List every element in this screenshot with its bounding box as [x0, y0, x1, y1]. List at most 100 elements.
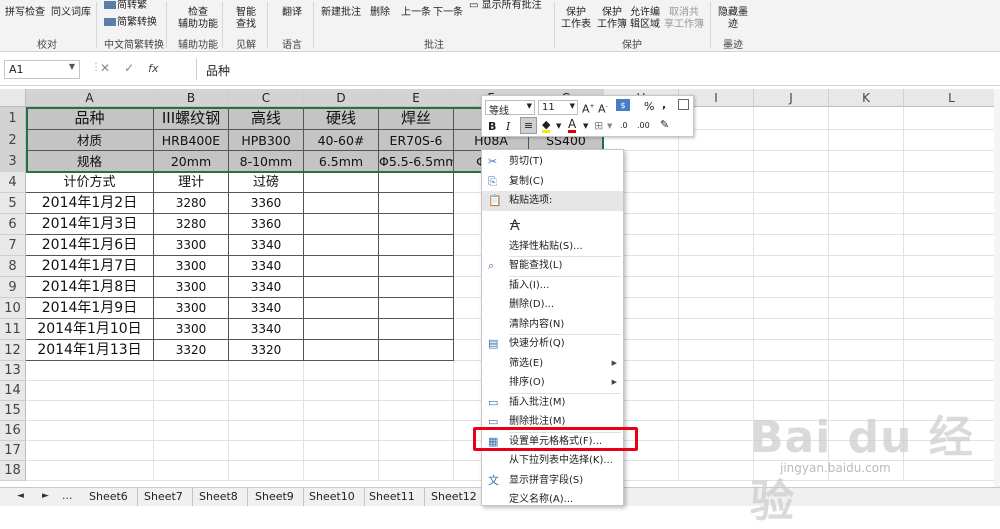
- cell-a18[interactable]: [26, 461, 154, 481]
- cell-i15[interactable]: [679, 401, 754, 421]
- cell-j2[interactable]: [754, 130, 829, 151]
- row-header-9[interactable]: 9: [0, 277, 26, 298]
- cell-k9[interactable]: [829, 277, 904, 298]
- column-header-c[interactable]: C: [229, 89, 304, 107]
- cell-k10[interactable]: [829, 298, 904, 319]
- delete-comment-button[interactable]: 删除: [370, 7, 390, 19]
- cell-a17[interactable]: [26, 441, 154, 461]
- row-header-7[interactable]: 7: [0, 235, 26, 256]
- row-header-1[interactable]: 1: [0, 107, 26, 130]
- cell-b18[interactable]: [154, 461, 229, 481]
- cell-c9[interactable]: 3340: [229, 277, 304, 298]
- cell-e16[interactable]: [379, 421, 454, 441]
- cell-e1[interactable]: 焊丝: [379, 107, 454, 130]
- hide-ink-button[interactable]: 隐藏墨 迹: [718, 7, 748, 31]
- menu-item-6[interactable]: 插入(I)...: [482, 276, 623, 296]
- font-select[interactable]: 等线 ▼: [485, 100, 535, 117]
- cell-l14[interactable]: [904, 381, 1000, 401]
- font-size-select[interactable]: 11 ▼: [538, 100, 578, 115]
- cell-b17[interactable]: [154, 441, 229, 461]
- cell-e6[interactable]: [379, 214, 454, 235]
- format-painter-icon[interactable]: ✎: [660, 118, 669, 132]
- cell-j8[interactable]: [754, 256, 829, 277]
- cell-e13[interactable]: [379, 361, 454, 381]
- cell-k4[interactable]: [829, 172, 904, 193]
- protect-workbook-button[interactable]: 保护 工作簿: [597, 7, 627, 31]
- cell-j10[interactable]: [754, 298, 829, 319]
- cell-j3[interactable]: [754, 151, 829, 172]
- cell-k17[interactable]: [829, 441, 904, 461]
- cell-a12[interactable]: 2014年1月13日: [26, 340, 154, 361]
- cell-l5[interactable]: [904, 193, 1000, 214]
- cell-a14[interactable]: [26, 381, 154, 401]
- cell-l8[interactable]: [904, 256, 1000, 277]
- sheet-tab-sheet6[interactable]: Sheet6: [80, 488, 138, 506]
- cell-i9[interactable]: [679, 277, 754, 298]
- cell-a4[interactable]: 计价方式: [26, 172, 154, 193]
- cell-d15[interactable]: [304, 401, 379, 421]
- sheet-tab-sheet11[interactable]: Sheet11: [360, 488, 425, 506]
- cell-d3[interactable]: 6.5mm: [304, 151, 379, 172]
- cell-k1[interactable]: [829, 107, 904, 130]
- cell-l10[interactable]: [904, 298, 1000, 319]
- column-header-k[interactable]: K: [829, 89, 904, 107]
- cell-d5[interactable]: [304, 193, 379, 214]
- menu-item-14[interactable]: ▦ 设置单元格格式(F)...: [482, 432, 623, 452]
- cell-k5[interactable]: [829, 193, 904, 214]
- row-header-11[interactable]: 11: [0, 319, 26, 340]
- translate-button[interactable]: 翻译: [282, 7, 302, 19]
- cell-b5[interactable]: 3280: [154, 193, 229, 214]
- cell-k7[interactable]: [829, 235, 904, 256]
- cell-b9[interactable]: 3300: [154, 277, 229, 298]
- column-header-l[interactable]: L: [904, 89, 1000, 107]
- cell-b15[interactable]: [154, 401, 229, 421]
- cell-i4[interactable]: [679, 172, 754, 193]
- cell-b8[interactable]: 3300: [154, 256, 229, 277]
- cell-i18[interactable]: [679, 461, 754, 481]
- cell-d7[interactable]: [304, 235, 379, 256]
- number-format-icon[interactable]: $: [616, 99, 630, 111]
- cell-c18[interactable]: [229, 461, 304, 481]
- cell-j14[interactable]: [754, 381, 829, 401]
- cell-l11[interactable]: [904, 319, 1000, 340]
- cell-j11[interactable]: [754, 319, 829, 340]
- cell-i14[interactable]: [679, 381, 754, 401]
- chevron-down-icon[interactable]: ▼: [556, 119, 561, 133]
- menu-item-8[interactable]: 清除内容(N): [482, 315, 623, 335]
- cell-i5[interactable]: [679, 193, 754, 214]
- cell-a7[interactable]: 2014年1月6日: [26, 235, 154, 256]
- row-header-8[interactable]: 8: [0, 256, 26, 277]
- cell-d8[interactable]: [304, 256, 379, 277]
- cell-c11[interactable]: 3340: [229, 319, 304, 340]
- cell-e18[interactable]: [379, 461, 454, 481]
- cell-b10[interactable]: 3300: [154, 298, 229, 319]
- cell-l3[interactable]: [904, 151, 1000, 172]
- allow-edit-ranges-button[interactable]: 允许编 辑区域: [630, 7, 660, 31]
- cell-a16[interactable]: [26, 421, 154, 441]
- cell-e2[interactable]: ER70S-6: [379, 130, 454, 151]
- row-header-6[interactable]: 6: [0, 214, 26, 235]
- menu-item-5[interactable]: ⌕ 智能查找(L): [482, 256, 623, 276]
- cell-e5[interactable]: [379, 193, 454, 214]
- vertical-scrollbar[interactable]: [994, 89, 1000, 487]
- decrease-font-icon[interactable]: A-: [598, 100, 608, 117]
- bold-icon[interactable]: B: [488, 120, 496, 134]
- cell-c6[interactable]: 3360: [229, 214, 304, 235]
- cell-l16[interactable]: [904, 421, 1000, 441]
- cell-e12[interactable]: [379, 340, 454, 361]
- cell-k16[interactable]: [829, 421, 904, 441]
- cell-j6[interactable]: [754, 214, 829, 235]
- enter-icon[interactable]: ✓: [124, 61, 148, 75]
- cell-b16[interactable]: [154, 421, 229, 441]
- format-table-icon[interactable]: [678, 99, 689, 110]
- select-all-corner[interactable]: [0, 89, 26, 107]
- chevron-down-icon[interactable]: ▼: [583, 119, 588, 133]
- thesaurus-button[interactable]: 同义词库: [51, 7, 91, 19]
- sheet-tab-sheet10[interactable]: Sheet10: [300, 488, 365, 506]
- cell-b3[interactable]: 20mm: [154, 151, 229, 172]
- row-header-12[interactable]: 12: [0, 340, 26, 361]
- spell-check-button[interactable]: 拼写检查: [5, 7, 45, 19]
- cell-c16[interactable]: [229, 421, 304, 441]
- cell-c12[interactable]: 3320: [229, 340, 304, 361]
- cell-l4[interactable]: [904, 172, 1000, 193]
